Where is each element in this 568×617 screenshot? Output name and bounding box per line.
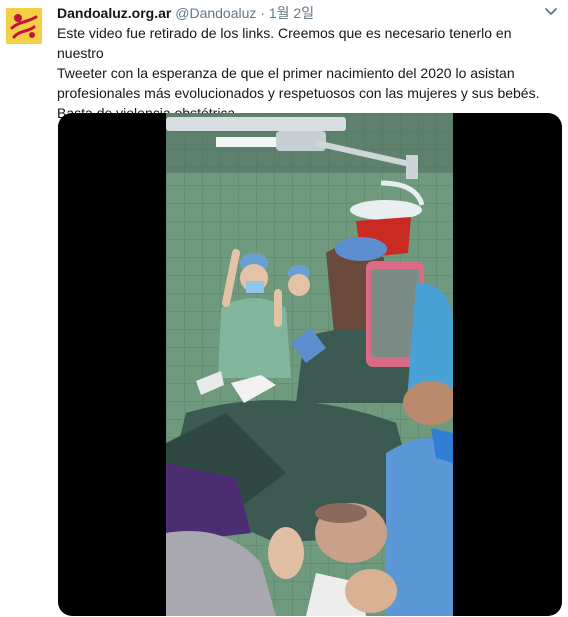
author-name[interactable]: Dandoaluz.org.ar [57, 5, 171, 21]
video-thumbnail [166, 113, 453, 616]
video-player[interactable] [58, 113, 562, 616]
avatar[interactable] [6, 8, 42, 44]
separator-dot: · [260, 5, 265, 21]
tweet-header: Dandoaluz.org.ar @Dandoaluz · 1월 2일 [57, 4, 558, 22]
tweet-text-line: Este video fue retirado de los links. Cr… [57, 25, 512, 61]
author-handle[interactable]: @Dandoaluz [175, 5, 256, 21]
video-frame [166, 113, 453, 616]
tweet-date[interactable]: 1월 2일 [269, 5, 314, 21]
tweet-text-line: Tweeter con la esperanza de que el prime… [57, 65, 515, 81]
dandoaluz-logo-icon [6, 8, 42, 44]
tweet-text: Este video fue retirado de los links. Cr… [57, 23, 557, 123]
chevron-down-icon[interactable] [544, 6, 558, 18]
tweet-text-line: profesionales más evolucionados y respet… [57, 85, 540, 101]
